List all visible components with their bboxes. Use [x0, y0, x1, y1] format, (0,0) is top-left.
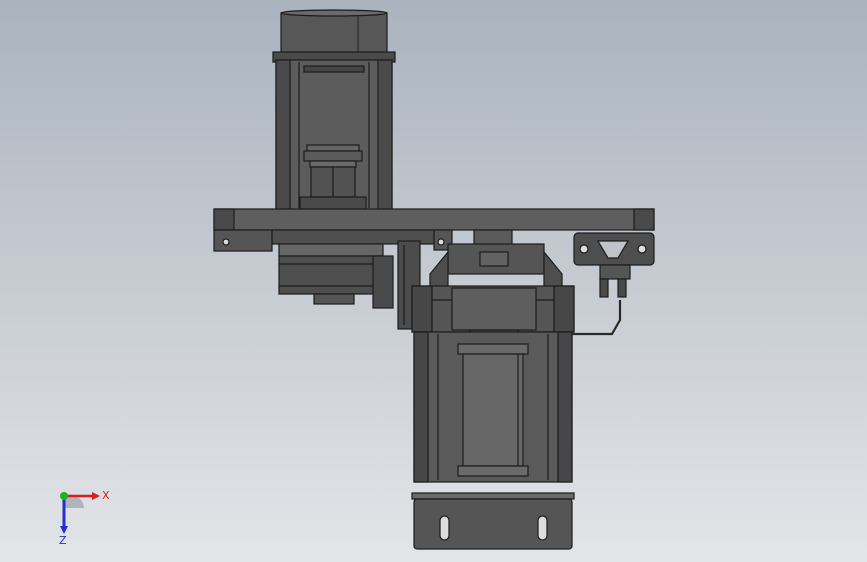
cad-viewport[interactable]: X Z: [0, 0, 867, 562]
x-arrow-icon: [92, 492, 100, 500]
assembly-model[interactable]: [0, 0, 867, 562]
sensor-bracket[interactable]: [573, 232, 655, 298]
base-plate[interactable]: [411, 492, 575, 550]
orientation-triad[interactable]: X Z: [48, 482, 118, 546]
motor-cable: [572, 300, 622, 336]
x-axis-label: X: [102, 489, 110, 502]
lower-motor[interactable]: [413, 331, 573, 483]
z-axis-label: Z: [59, 534, 67, 546]
pulley[interactable]: [278, 243, 394, 309]
y-axis-icon: [60, 492, 68, 500]
z-arrow-icon: [60, 526, 68, 534]
